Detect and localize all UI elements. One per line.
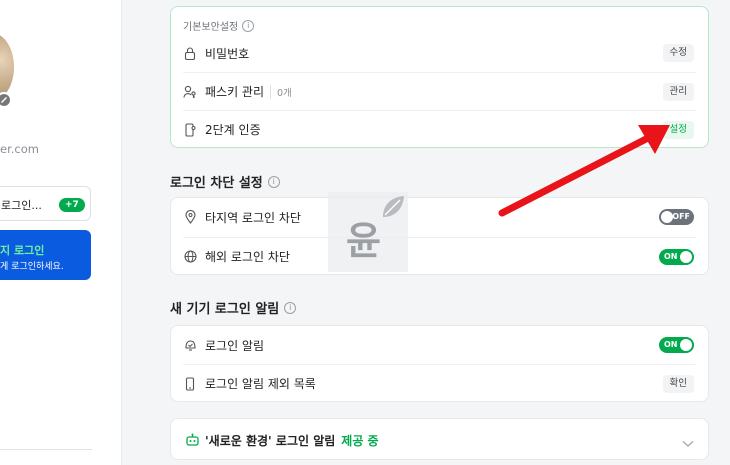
new-env-status: 제공 중 xyxy=(341,434,379,448)
new-env-label: '새로운 환경' 로그인 알림 제공 중 xyxy=(205,432,379,449)
passkey-label: 패스키 관리 xyxy=(205,85,265,99)
watermark-logo: 윤 xyxy=(328,192,408,272)
passkey-manage-button[interactable]: 관리 xyxy=(662,83,694,101)
two-factor-label: 2단계 인증 xyxy=(205,123,261,137)
toggle-knob xyxy=(661,211,673,223)
login-devices-label: 로그인... xyxy=(1,199,42,212)
toggle-state: ON xyxy=(664,340,678,349)
promo-subtitle: 게 로그인하세요. xyxy=(0,262,64,272)
promo-title: 지 로그인 xyxy=(0,244,45,257)
two-factor-setup-button[interactable]: 설정 xyxy=(662,121,694,139)
password-edit-button[interactable]: 수정 xyxy=(662,44,694,62)
robot-icon xyxy=(185,432,200,451)
password-row[interactable]: 비밀번호 수정 xyxy=(183,34,696,72)
passkey-count: 0개 xyxy=(270,84,292,99)
location-pin-icon xyxy=(183,210,197,224)
toggle-knob xyxy=(680,339,692,351)
password-label: 비밀번호 xyxy=(205,46,250,61)
login-alert-toggle[interactable]: ON xyxy=(659,337,694,353)
two-factor-row[interactable]: 2단계 인증 설정 xyxy=(183,110,696,148)
new-env-card[interactable]: '새로운 환경' 로그인 알림 제공 중 xyxy=(170,418,709,460)
chevron-down-icon[interactable] xyxy=(682,433,694,452)
new-device-section-title: 새 기기 로그인 알림 i xyxy=(170,298,297,317)
login-block-card: 타지역 로그인 차단 OFF 해외 로그인 차단 ON xyxy=(170,197,709,275)
info-icon[interactable]: i xyxy=(284,301,297,314)
watermark-text: 윤 xyxy=(346,219,381,263)
region-block-label: 타지역 로그인 차단 xyxy=(205,210,301,225)
login-block-title-text: 로그인 차단 설정 xyxy=(170,176,263,191)
overseas-block-toggle[interactable]: ON xyxy=(659,249,694,265)
new-device-title-text: 새 기기 로그인 알림 xyxy=(170,302,280,317)
smartphone-icon xyxy=(183,376,197,391)
toggle-knob xyxy=(680,251,692,263)
divider xyxy=(0,449,92,450)
toggle-state: ON xyxy=(664,252,678,261)
avatar[interactable] xyxy=(0,33,14,101)
promo-login-card[interactable]: 지 로그인 게 로그인하세요. xyxy=(0,230,91,280)
alert-exclusion-check-button[interactable]: 확인 xyxy=(662,375,694,393)
passkey-icon xyxy=(183,85,197,99)
camera-icon[interactable] xyxy=(0,92,12,108)
login-alert-label: 로그인 알림 xyxy=(205,338,265,353)
globe-icon xyxy=(183,250,197,264)
overseas-block-row[interactable]: 해외 로그인 차단 ON xyxy=(183,237,696,275)
leaf-icon xyxy=(383,196,404,217)
login-alert-row[interactable]: 로그인 알림 ON xyxy=(183,326,696,364)
login-devices-card[interactable]: 로그인... +7 xyxy=(0,186,91,221)
toggle-state: OFF xyxy=(672,212,690,221)
new-env-label-text: '새로운 환경' 로그인 알림 xyxy=(205,434,336,448)
region-block-toggle[interactable]: OFF xyxy=(659,209,694,225)
account-email: er.com xyxy=(0,142,39,156)
region-block-row[interactable]: 타지역 로그인 차단 OFF xyxy=(183,198,696,236)
basic-security-card: 기본보안설정 i 비밀번호 수정 패스키 관리 0개 관리 2단계 인증 설정 xyxy=(170,6,709,148)
basic-security-title: 기본보안설정 xyxy=(183,22,239,33)
alert-exclusion-label: 로그인 알림 제외 목록 xyxy=(205,377,316,391)
new-device-card: 로그인 알림 ON 로그인 알림 제외 목록 확인 xyxy=(170,325,709,402)
bell-check-icon xyxy=(183,338,197,352)
passkey-row[interactable]: 패스키 관리 0개 관리 xyxy=(183,72,696,110)
overseas-block-label: 해외 로그인 차단 xyxy=(205,250,290,264)
info-icon[interactable]: i xyxy=(267,175,280,188)
login-count-badge: +7 xyxy=(59,198,85,212)
lock-icon xyxy=(183,46,197,60)
left-panel: er.com 로그인... +7 지 로그인 게 로그인하세요. xyxy=(0,0,122,465)
alert-exclusion-row[interactable]: 로그인 알림 제외 목록 확인 xyxy=(183,364,696,402)
phone-key-icon xyxy=(183,122,197,137)
info-icon[interactable]: i xyxy=(242,19,255,32)
basic-security-label: 기본보안설정 i xyxy=(183,18,255,33)
login-block-section-title: 로그인 차단 설정 i xyxy=(170,172,280,191)
